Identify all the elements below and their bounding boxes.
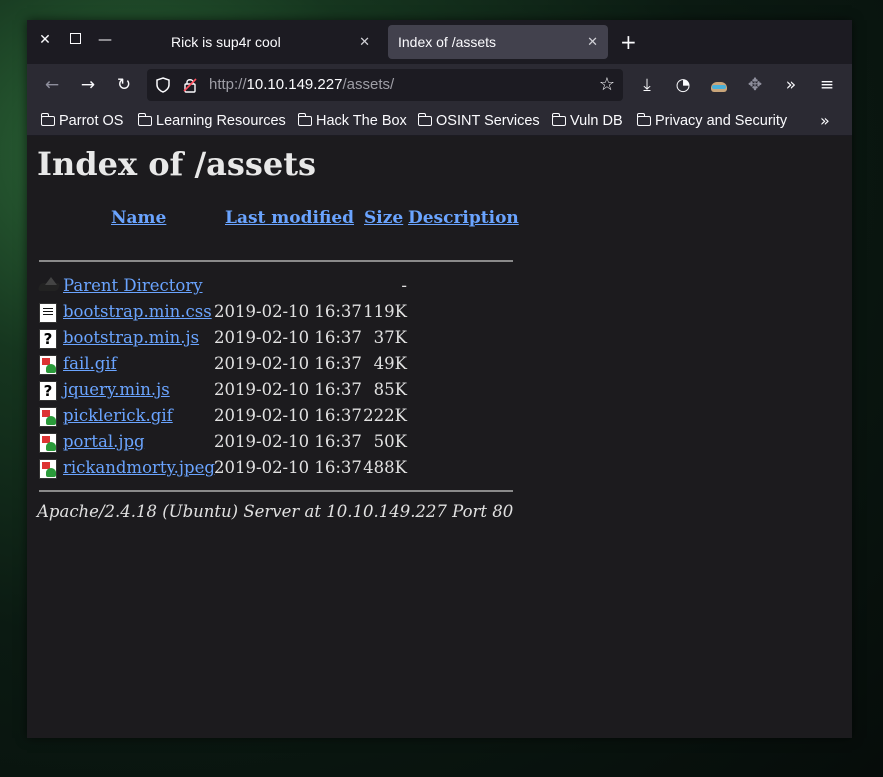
file-size: 37K [373, 328, 407, 347]
bookmarks-overflow-icon[interactable]: » [820, 110, 830, 132]
cookie-icon[interactable]: ◔ [672, 74, 694, 96]
new-tab-plus-icon[interactable]: + [620, 30, 637, 54]
folder-icon [40, 113, 55, 126]
server-signature: Apache/2.4.18 (Ubuntu) Server at 10.10.1… [37, 502, 514, 521]
file-size: 488K [363, 458, 407, 477]
bookmark-hack-the-box[interactable]: Hack The Box [297, 110, 407, 132]
file-modified: 2019-02-10 16:37 [214, 458, 362, 477]
file-modified: 2019-02-10 16:37 [214, 354, 362, 373]
reload-icon[interactable]: ↻ [113, 74, 135, 96]
bookmark-parrot-os[interactable]: Parrot OS [40, 110, 123, 132]
tab-rick[interactable]: Rick is sup4r cool ✕ [162, 25, 380, 59]
parent-directory-row: Parent Directory - [39, 273, 519, 299]
file-row: picklerick.gif 2019-02-10 16:37 222K [39, 403, 519, 429]
file-size: 222K [363, 406, 407, 425]
column-description-link[interactable]: Description [408, 208, 519, 228]
column-last-modified-link[interactable]: Last modified [225, 208, 354, 228]
bookmarks-toolbar: Parrot OS Learning Resources Hack The Bo… [27, 106, 852, 135]
file-link[interactable]: fail.gif [63, 351, 117, 377]
back-folder-icon [39, 277, 57, 297]
window-minimize-icon[interactable]: — [97, 32, 113, 48]
tab-strip: ✕ — Rick is sup4r cool ✕ Index of /asset… [27, 20, 852, 64]
header-divider [39, 260, 513, 262]
spy-extension-icon[interactable] [708, 74, 730, 96]
shield-icon[interactable] [155, 77, 171, 93]
file-row: portal.jpg 2019-02-10 16:37 50K [39, 429, 519, 455]
overflow-chevrons-icon[interactable]: » [780, 74, 802, 96]
file-row: fail.gif 2019-02-10 16:37 49K [39, 351, 519, 377]
column-size-link[interactable]: Size [364, 208, 403, 228]
forward-arrow-icon[interactable]: → [77, 74, 99, 96]
file-link[interactable]: portal.jpg [63, 429, 145, 455]
folder-icon [417, 113, 432, 126]
hamburger-menu-icon[interactable]: ≡ [816, 74, 838, 96]
file-modified: 2019-02-10 16:37 [214, 302, 362, 321]
bookmark-learning-resources[interactable]: Learning Resources [137, 110, 286, 132]
file-modified: 2019-02-10 16:37 [214, 406, 362, 425]
file-size: 50K [373, 432, 407, 451]
browser-window: ✕ — Rick is sup4r cool ✕ Index of /asset… [27, 20, 852, 738]
tab-label: Index of /assets [398, 34, 497, 50]
navigation-toolbar: ← → ↻ http://10.10.149.227/assets/ ☆ ⤓ ◔… [27, 64, 852, 106]
file-link[interactable]: rickandmorty.jpeg [63, 455, 215, 481]
footer-divider [39, 490, 513, 492]
file-size: - [401, 276, 407, 295]
file-modified: 2019-02-10 16:37 [214, 432, 362, 451]
file-row: bootstrap.min.css 2019-02-10 16:37 119K [39, 299, 519, 325]
file-link[interactable]: picklerick.gif [63, 403, 173, 429]
folder-icon [137, 113, 152, 126]
folder-icon [636, 113, 651, 126]
back-arrow-icon[interactable]: ← [41, 74, 63, 96]
url-text[interactable]: http://10.10.149.227/assets/ [209, 69, 394, 101]
image-file-icon [39, 355, 57, 375]
insecure-lock-icon[interactable] [182, 77, 198, 93]
file-row: rickandmorty.jpeg 2019-02-10 16:37 488K [39, 455, 519, 481]
address-bar[interactable]: http://10.10.149.227/assets/ ☆ [147, 69, 623, 101]
unknown-file-icon: ? [39, 381, 57, 401]
folder-icon [297, 113, 312, 126]
bookmark-privacy-and-security[interactable]: Privacy and Security [636, 110, 787, 132]
extension-puzzle-icon[interactable]: ✥ [744, 74, 766, 96]
unknown-file-icon: ? [39, 329, 57, 349]
page-title: Index of /assets [37, 145, 317, 183]
image-file-icon [39, 433, 57, 453]
text-file-icon [39, 303, 57, 323]
file-size: 119K [363, 302, 407, 321]
file-modified: 2019-02-10 16:37 [214, 328, 362, 347]
file-modified: 2019-02-10 16:37 [214, 380, 362, 399]
downloads-icon[interactable]: ⤓ [636, 74, 658, 96]
tab-label: Rick is sup4r cool [171, 34, 281, 50]
file-link[interactable]: jquery.min.js [63, 377, 170, 403]
file-link[interactable]: bootstrap.min.js [63, 325, 199, 351]
image-file-icon [39, 407, 57, 427]
column-name-link[interactable]: Name [111, 208, 166, 228]
bookmark-vuln-db[interactable]: Vuln DB [551, 110, 623, 132]
bookmark-osint-services[interactable]: OSINT Services [417, 110, 540, 132]
folder-icon [551, 113, 566, 126]
bookmark-star-icon[interactable]: ☆ [599, 74, 615, 96]
parent-directory-link[interactable]: Parent Directory [63, 273, 203, 299]
window-maximize-icon[interactable] [67, 32, 83, 48]
file-row: ? bootstrap.min.js 2019-02-10 16:37 37K [39, 325, 519, 351]
file-row: ? jquery.min.js 2019-02-10 16:37 85K [39, 377, 519, 403]
image-file-icon [39, 459, 57, 479]
window-close-icon[interactable]: ✕ [37, 32, 53, 48]
tab-close-icon[interactable]: ✕ [587, 25, 598, 59]
page-content: Index of /assets Name Last modified Size… [27, 136, 852, 738]
tab-close-icon[interactable]: ✕ [359, 25, 370, 59]
file-link[interactable]: bootstrap.min.css [63, 299, 212, 325]
file-size: 85K [373, 380, 407, 399]
file-size: 49K [373, 354, 407, 373]
tab-index-assets[interactable]: Index of /assets ✕ [388, 25, 608, 59]
